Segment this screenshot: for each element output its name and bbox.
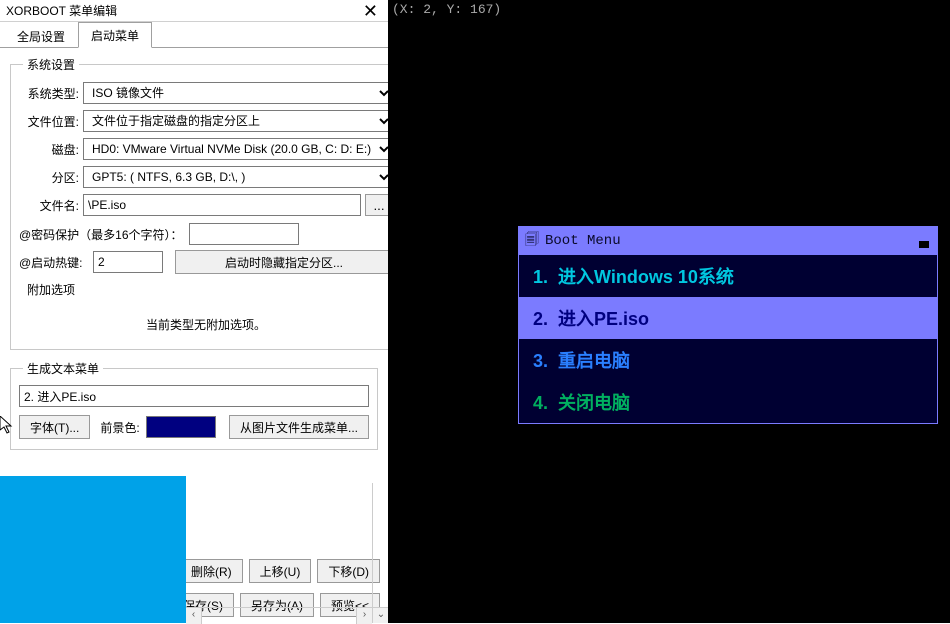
addon-options-message: 当前类型无附加选项。 (19, 298, 388, 339)
system-type-select[interactable]: ISO 镜像文件 (83, 82, 388, 104)
ornament-icon (919, 234, 929, 248)
move-up-button[interactable]: 上移(U) (249, 559, 312, 583)
hide-partition-button[interactable]: 启动时隐藏指定分区... (175, 250, 388, 274)
move-down-button[interactable]: 下移(D) (317, 559, 380, 583)
boot-item-4[interactable]: 4. 关闭电脑 (519, 381, 937, 423)
system-settings-group: 系统设置 系统类型: ISO 镜像文件 文件位置: 文件位于指定磁盘的指定分区上… (10, 56, 388, 350)
disk-select[interactable]: HD0: VMware Virtual NVMe Disk (20.0 GB, … (83, 138, 388, 160)
boot-menu: 🗐 Boot Menu 1. 进入Windows 10系统 2. 进入PE.is… (518, 226, 938, 424)
scroll-left-icon[interactable]: ‹ (186, 608, 202, 624)
file-location-select[interactable]: 文件位于指定磁盘的指定分区上 (83, 110, 388, 132)
tab-strip: 全局设置 启动菜单 (0, 22, 388, 48)
coordinate-display: (X: 2, Y: 167) (392, 2, 501, 17)
preview-thumbnail (0, 476, 186, 623)
addon-options-label: 附加选项 (27, 281, 388, 298)
close-icon[interactable]: ✕ (359, 2, 382, 20)
editor-window: XORBOOT 菜单编辑 ✕ 全局设置 启动菜单 系统设置 系统类型: ISO … (0, 0, 388, 623)
hotkey-label: @启动热键: (19, 254, 87, 271)
browse-button[interactable]: ... (365, 194, 388, 216)
preview-pane: (X: 2, Y: 167) 🗐 Boot Menu 1. 进入Windows … (388, 0, 950, 623)
filename-label: 文件名: (19, 197, 83, 214)
delete-button[interactable]: 删除(R) (180, 559, 243, 583)
scroll-down-icon[interactable]: ⌄ (373, 607, 389, 623)
filename-input[interactable] (83, 194, 361, 216)
partition-select[interactable]: GPT5: ( NTFS, 6.3 GB, D:\, ) (83, 166, 388, 188)
generate-text-menu-legend: 生成文本菜单 (23, 360, 103, 377)
foreground-color-label: 前景色: (100, 419, 139, 436)
window-title: XORBOOT 菜单编辑 (6, 2, 359, 19)
titlebar: XORBOOT 菜单编辑 ✕ (0, 0, 388, 22)
system-settings-legend: 系统设置 (23, 56, 79, 73)
menu-icon: 🗐 (525, 229, 539, 253)
boot-item-1[interactable]: 1. 进入Windows 10系统 (519, 255, 937, 297)
tab-global-settings[interactable]: 全局设置 (4, 23, 78, 48)
from-image-button[interactable]: 从图片文件生成菜单... (229, 415, 369, 439)
boot-menu-titlebar: 🗐 Boot Menu (519, 227, 937, 255)
boot-item-3[interactable]: 3. 重启电脑 (519, 339, 937, 381)
boot-item-2[interactable]: 2. 进入PE.iso (519, 297, 937, 339)
font-button[interactable]: 字体(T)... (19, 415, 90, 439)
boot-menu-list: 1. 进入Windows 10系统 2. 进入PE.iso 3. 重启电脑 4.… (519, 255, 937, 423)
boot-menu-title: Boot Menu (545, 233, 621, 249)
system-type-label: 系统类型: (19, 85, 83, 102)
horizontal-scrollbar[interactable]: ‹ › (186, 607, 372, 623)
hotkey-input[interactable] (93, 251, 163, 273)
disk-label: 磁盘: (19, 141, 83, 158)
password-input[interactable] (189, 223, 299, 245)
menu-text-input[interactable] (19, 385, 369, 407)
partition-label: 分区: (19, 169, 83, 186)
vertical-scrollbar[interactable]: ⌄ (372, 483, 388, 623)
password-label: @密码保护（最多16个字符）： (19, 226, 183, 243)
scroll-right-icon[interactable]: › (356, 608, 372, 624)
tab-boot-menu[interactable]: 启动菜单 (78, 22, 152, 48)
generate-text-menu-group: 生成文本菜单 字体(T)... 前景色: 从图片文件生成菜单... (10, 360, 378, 450)
file-location-label: 文件位置: (19, 113, 83, 130)
foreground-color-swatch[interactable] (146, 416, 216, 438)
